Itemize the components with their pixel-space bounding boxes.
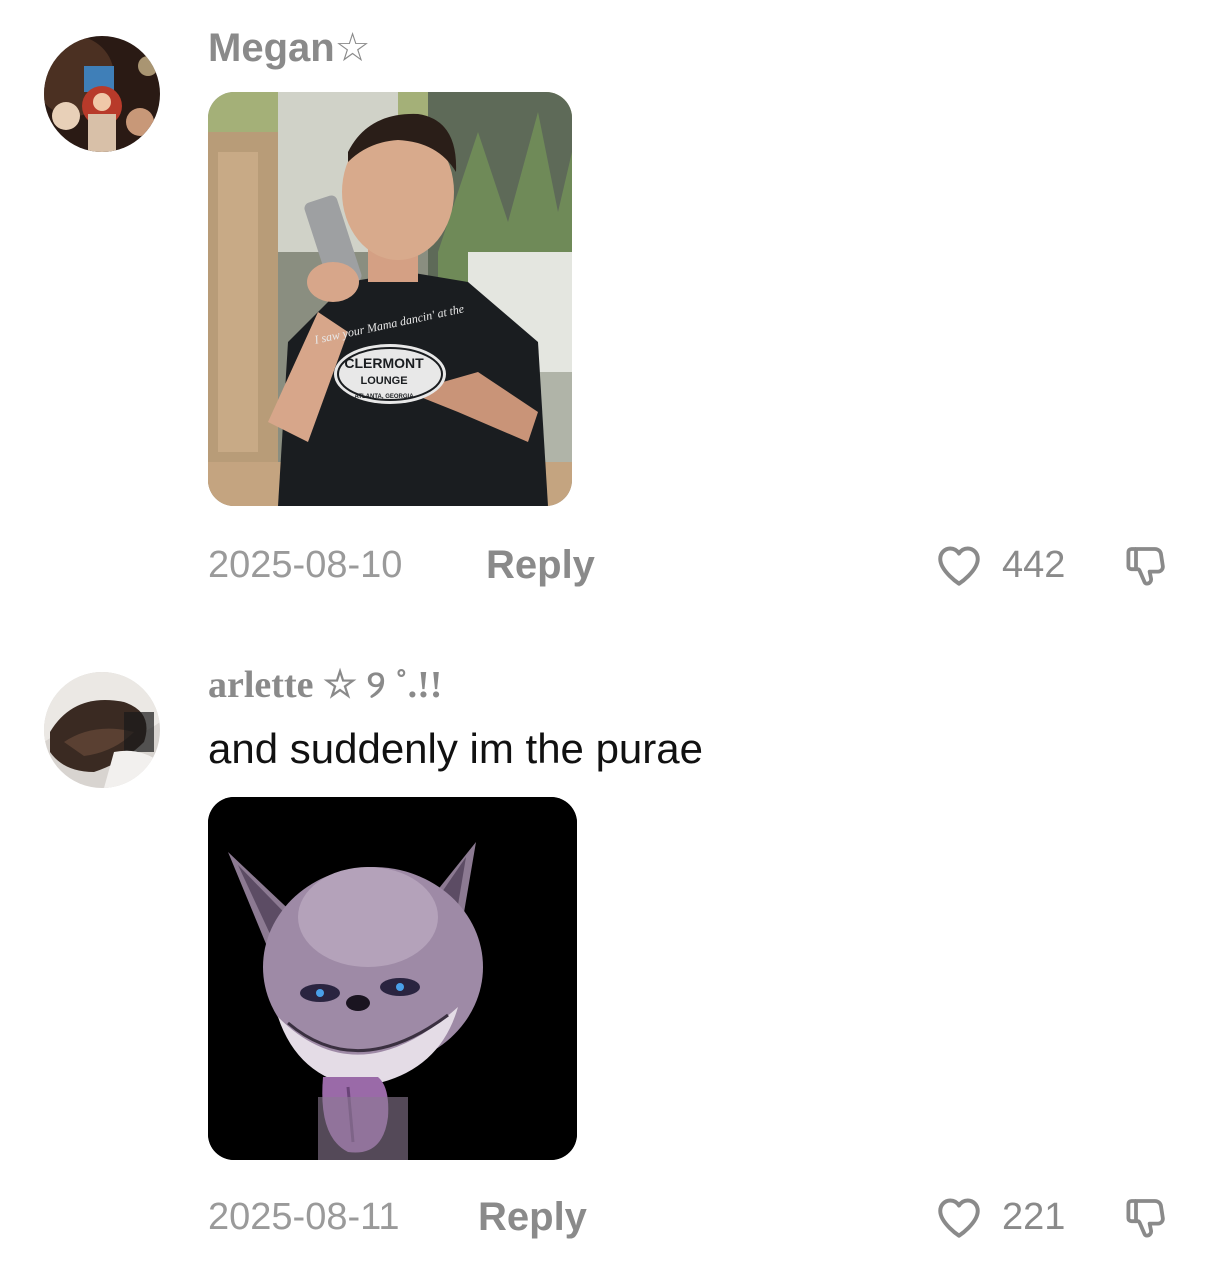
avatar-image [44, 672, 160, 788]
comment-text: and suddenly im the purae [208, 725, 703, 772]
sticker-image [208, 797, 577, 1160]
comment-username[interactable]: Megan☆ [208, 28, 371, 68]
shirt-logo-text: CLERMONT [344, 355, 424, 371]
thumbs-down-outline-icon[interactable] [1122, 1194, 1170, 1242]
like-count: 442 [1002, 544, 1066, 586]
shirt-logo-subtext: LOUNGE [360, 375, 407, 387]
avatar-image [44, 36, 160, 152]
reply-button[interactable]: Reply [478, 1192, 587, 1242]
comment-date: 2025-08-10 [208, 544, 403, 586]
like-button[interactable]: 442 [934, 540, 1084, 590]
comment-sticker[interactable] [208, 797, 577, 1160]
comment-meta-row: 2025-08-11 Reply 221 [208, 1192, 1224, 1242]
photo-image: I saw your Mama dancin' at the CLERMONT … [208, 92, 572, 506]
comment-username[interactable]: arlette ☆ ୨ ˚.!! [208, 666, 442, 704]
comment-item: arlette ☆ ୨ ˚.!! and suddenly im the pur… [0, 640, 1224, 1264]
heart-outline-icon [938, 1198, 980, 1238]
comment-item: Megan☆ I saw your Mama dancin' at the CL… [0, 0, 1224, 620]
avatar[interactable] [44, 672, 160, 788]
comment-photo[interactable]: I saw your Mama dancin' at the CLERMONT … [208, 92, 572, 506]
reply-button[interactable]: Reply [486, 540, 595, 590]
shirt-logo-location: ATLANTA, GEORGIA [354, 394, 414, 400]
comment-date: 2025-08-11 [208, 1196, 400, 1238]
comment-meta-row: 2025-08-10 Reply 442 [208, 540, 1224, 590]
like-count: 221 [1002, 1196, 1066, 1238]
avatar[interactable] [44, 36, 160, 152]
thumbs-down-outline-icon[interactable] [1122, 542, 1170, 590]
heart-outline-icon [938, 546, 980, 586]
like-button[interactable]: 221 [934, 1192, 1084, 1242]
